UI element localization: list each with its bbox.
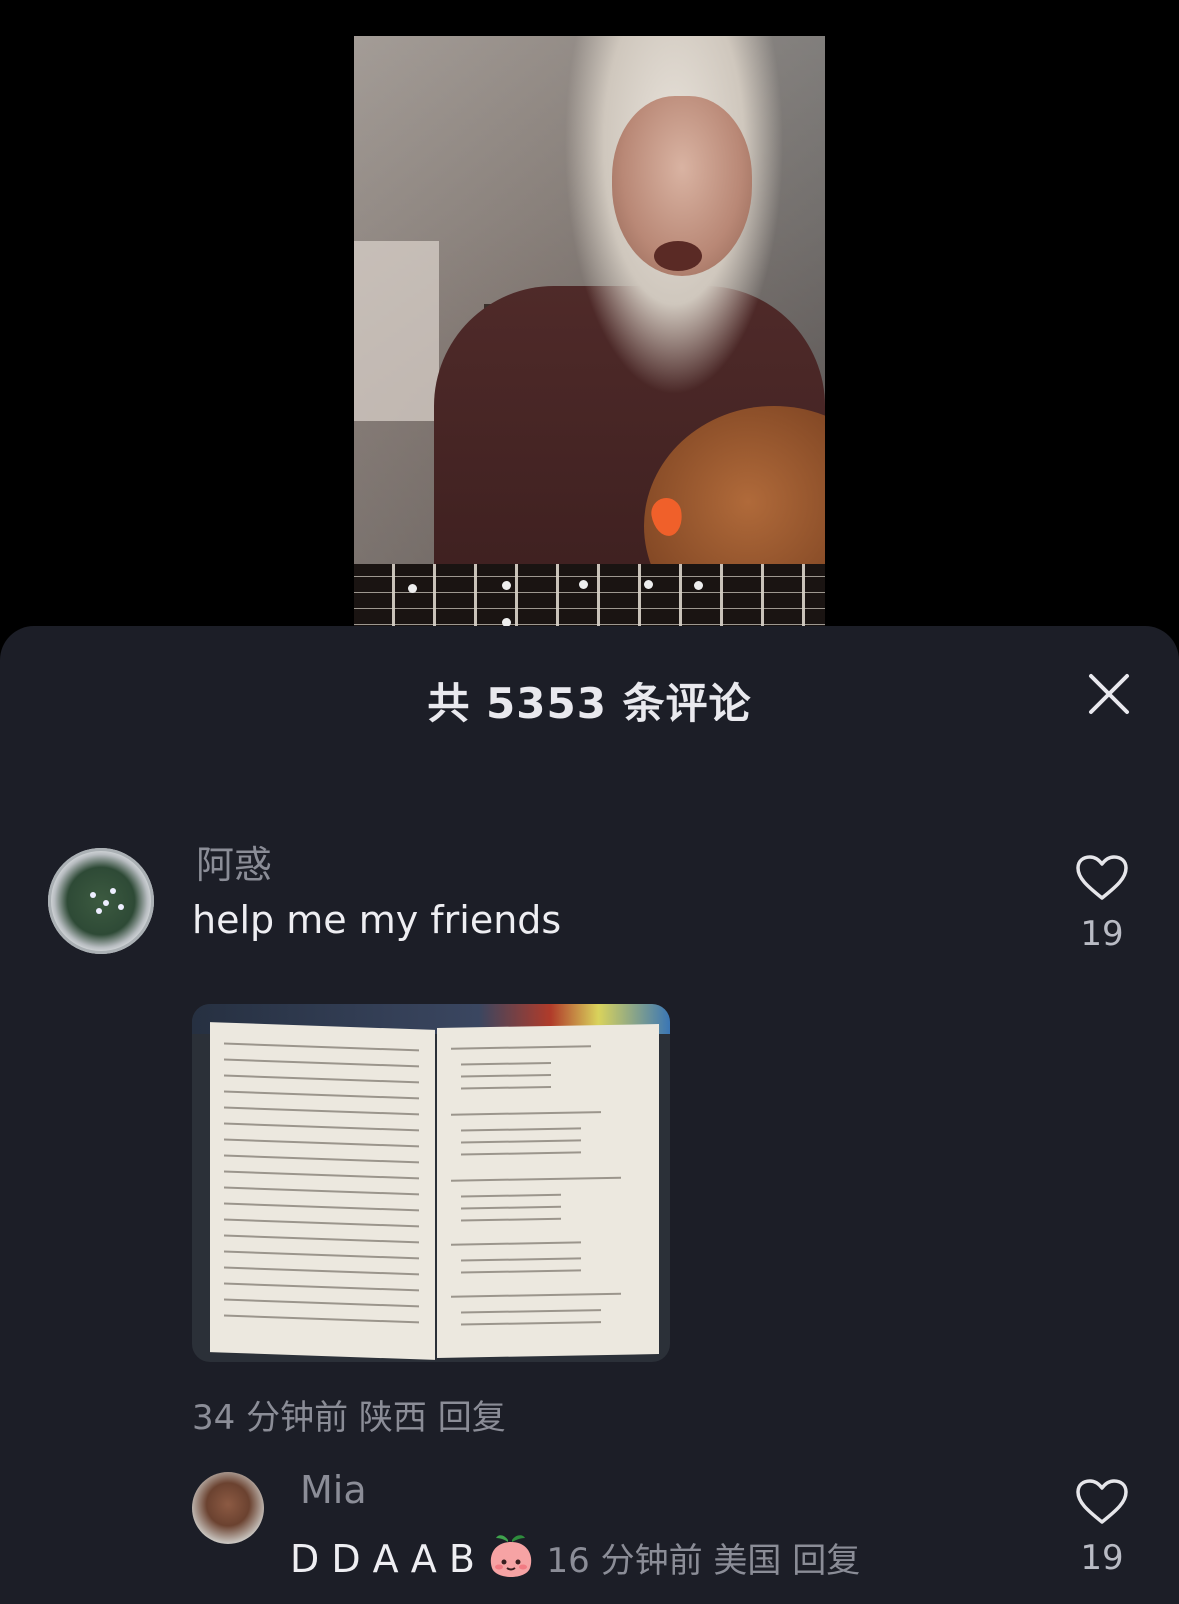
comment-text: help me my friends bbox=[192, 898, 562, 942]
comment-time: 16 分钟前 bbox=[546, 1541, 703, 1581]
comment-username[interactable]: Mia bbox=[300, 1468, 367, 1512]
peach-emoji bbox=[486, 1532, 536, 1593]
avatar[interactable] bbox=[192, 1472, 264, 1544]
like-count: 19 bbox=[1080, 1538, 1124, 1578]
like-button[interactable]: 19 bbox=[1067, 1478, 1137, 1578]
like-button[interactable]: 19 bbox=[1067, 854, 1137, 954]
comment-username[interactable]: 阿惑 bbox=[196, 834, 272, 889]
comment-location: 陕西 bbox=[358, 1398, 427, 1438]
close-icon[interactable] bbox=[1087, 672, 1131, 716]
comment-meta: 34 分钟前 陕西 回复 bbox=[192, 1390, 506, 1439]
like-count: 19 bbox=[1080, 914, 1124, 954]
heart-icon bbox=[1076, 855, 1128, 900]
video-player[interactable] bbox=[0, 0, 1179, 640]
comments-sheet: 共 5353 条评论 阿惑 help me my friends 19 34 分… bbox=[0, 626, 1179, 1604]
heart-icon bbox=[1076, 1479, 1128, 1524]
comment-attached-image[interactable] bbox=[192, 1004, 670, 1362]
comment-line: D D A A B 16 分钟前 美国 回复 bbox=[290, 1532, 860, 1593]
comment-location: 美国 bbox=[713, 1541, 782, 1581]
reply-button[interactable]: 回复 bbox=[438, 1398, 506, 1438]
comments-count-title: 共 5353 条评论 bbox=[427, 679, 752, 728]
reply-button[interactable]: 回复 bbox=[792, 1541, 860, 1581]
avatar[interactable] bbox=[48, 848, 154, 954]
video-frame bbox=[354, 36, 825, 626]
comment-time: 34 分钟前 bbox=[192, 1398, 349, 1438]
comment-text: D D A A B bbox=[290, 1537, 475, 1581]
